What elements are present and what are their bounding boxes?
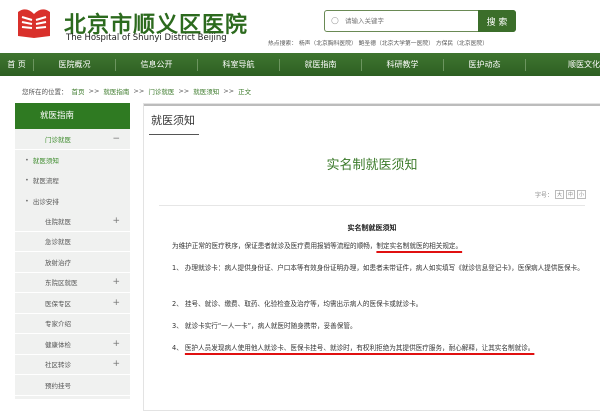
- breadcrumb-sep: >>: [133, 87, 145, 95]
- expand-icon[interactable]: +: [112, 277, 120, 287]
- sidebar: 就医指南 门诊就医 − 就医须知就医流程出诊安排住院就医 + 急诊就医放射治疗东院区就医…: [15, 103, 130, 399]
- intro-highlight: 制定实名制就医的相关规定。: [376, 242, 463, 250]
- search-icon: ○: [331, 16, 339, 26]
- font-small-button[interactable]: 小: [576, 190, 586, 199]
- sidebar-item[interactable]: 急诊就医: [15, 232, 130, 252]
- breadcrumb-home[interactable]: 首页: [72, 86, 85, 96]
- sidebar-item[interactable]: 东院区就医 +: [15, 273, 130, 293]
- paragraph-3: 3、 就诊卡实行“一人一卡”，病人就医时随身携带，妥善保管。: [172, 322, 357, 330]
- paragraph-1: 1、 办理就诊卡：病人提供身份证、户口本等有效身份证明办理，如患者未带证件，病人…: [172, 264, 584, 272]
- sidebar-item-label: 放射治疗: [45, 258, 71, 267]
- article-title: 实名制就医须知: [347, 224, 397, 232]
- nav-info[interactable]: 信息公开: [116, 58, 198, 71]
- breadcrumb-prefix: 您所在的位置：: [22, 88, 68, 96]
- sidebar-item[interactable]: 就医须知: [15, 150, 130, 171]
- font-size-control: 字号： 大 中 小: [535, 190, 586, 199]
- nav-home[interactable]: 首 页: [0, 58, 34, 71]
- breadcrumb-notice[interactable]: 就医须知: [193, 86, 219, 96]
- expand-icon[interactable]: +: [112, 216, 120, 226]
- hospital-name-en: The Hospital of Shunyi District Beijing: [66, 33, 227, 43]
- breadcrumb-current: 正文: [238, 88, 252, 96]
- font-size-label: 字号：: [534, 192, 553, 199]
- font-large-button[interactable]: 大: [554, 190, 564, 199]
- breadcrumb-guide[interactable]: 就医指南: [103, 86, 129, 96]
- sidebar-item-label: 就医须知: [32, 156, 59, 165]
- p4-number: 4、: [172, 344, 185, 352]
- sidebar-item-label: 东院区就医: [45, 279, 78, 288]
- breadcrumb-sep: >>: [88, 87, 100, 95]
- breadcrumb-sep: >>: [178, 87, 190, 95]
- tab-notice[interactable]: 就医须知: [151, 112, 195, 128]
- sidebar-item[interactable]: 就医流程: [15, 170, 130, 191]
- sidebar-item-label: 专家介绍: [45, 320, 71, 329]
- nav-departments[interactable]: 科室导航: [198, 58, 280, 71]
- sidebar-item-label: 健康体检: [45, 340, 71, 349]
- sidebar-item-label: 就医流程: [32, 177, 59, 186]
- divider: [159, 205, 585, 206]
- main-nav: 首 页 医院概况 信息公开 科室导航 就医指南 科研教学 医护动态 顺医文化: [0, 53, 600, 76]
- sidebar-item-label: 门诊就医: [45, 135, 71, 144]
- expand-icon[interactable]: +: [112, 298, 120, 308]
- sidebar-item[interactable]: 专家介绍: [15, 314, 130, 334]
- nav-news[interactable]: 医护动态: [444, 58, 526, 71]
- sidebar-item[interactable]: 健康体检 +: [15, 334, 130, 355]
- hot-search: 热点搜索： 杨声（北京胸科医院） 鲍圣德（北京大学第一医院） 方保民（北京医院）: [268, 41, 489, 47]
- breadcrumb-sep: >>: [223, 87, 235, 95]
- p4-highlight: 医护人员发现病人使用他人就诊卡、医保卡挂号、就诊时，有权利拒绝为其提供医疗服务，…: [184, 344, 535, 352]
- collapse-icon[interactable]: −: [112, 134, 120, 144]
- sidebar-item-label: 医保专区: [45, 299, 71, 308]
- sidebar-item[interactable]: 放射治疗: [15, 252, 130, 273]
- nav-research[interactable]: 科研教学: [362, 58, 444, 71]
- nav-about[interactable]: 医院概况: [34, 58, 116, 71]
- paragraph-4: 4、 医护人员发现病人使用他人就诊卡、医保卡挂号、就诊时，有权利拒绝为其提供医疗…: [158, 341, 588, 355]
- sidebar-title: 就医指南: [15, 103, 130, 129]
- hospital-logo: [18, 9, 50, 38]
- sidebar-item-label: 住院就医: [45, 217, 71, 226]
- sidebar-item[interactable]: 住院就医 +: [15, 211, 130, 232]
- paragraph-intro: 为维护正常的医疗秩序，保证患者就诊及医疗费用报销等流程的顺畅，制定实名制就医的相…: [158, 239, 588, 253]
- sidebar-item[interactable]: 门诊就医 −: [15, 129, 130, 150]
- paragraph-2: 2、 挂号、就诊、缴费、取药、化验检查及治疗等，均需出示病人的医保卡或就诊卡。: [172, 300, 423, 308]
- sidebar-item-label: 急诊就医: [45, 238, 71, 247]
- expand-icon[interactable]: +: [112, 339, 120, 349]
- sidebar-item[interactable]: 出诊安排: [15, 191, 130, 212]
- search-button[interactable]: 搜 索: [478, 10, 516, 32]
- intro-text: 为维护正常的医疗秩序，保证患者就诊及医疗费用报销等流程的顺畅，: [172, 242, 377, 250]
- nav-guide[interactable]: 就医指南: [280, 58, 362, 71]
- sidebar-item[interactable]: 医保专区 +: [15, 293, 130, 314]
- sidebar-item[interactable]: 预约挂号: [15, 375, 130, 396]
- sidebar-item-label: 社区转诊: [45, 361, 71, 370]
- breadcrumb: 您所在的位置： 首页 >> 就医指南 >> 门诊就医 >> 就医须知 >> 正文: [14, 84, 514, 98]
- sidebar-item[interactable]: 社区转诊 +: [15, 355, 130, 375]
- nav-culture[interactable]: 顺医文化: [526, 59, 600, 71]
- expand-icon[interactable]: +: [112, 359, 120, 369]
- font-medium-button[interactable]: 中: [565, 190, 575, 199]
- breadcrumb-outpatient[interactable]: 门诊就医: [148, 86, 174, 96]
- content-panel: 就医须知 实名制就医须知 字号： 大 中 小 实名制就医须知 为维护正常的医疗秩…: [143, 103, 600, 411]
- sidebar-item-label: 出诊安排: [32, 197, 59, 206]
- sidebar-item-label: 预约挂号: [45, 381, 71, 390]
- page-title: 实名制就医须知: [326, 158, 418, 173]
